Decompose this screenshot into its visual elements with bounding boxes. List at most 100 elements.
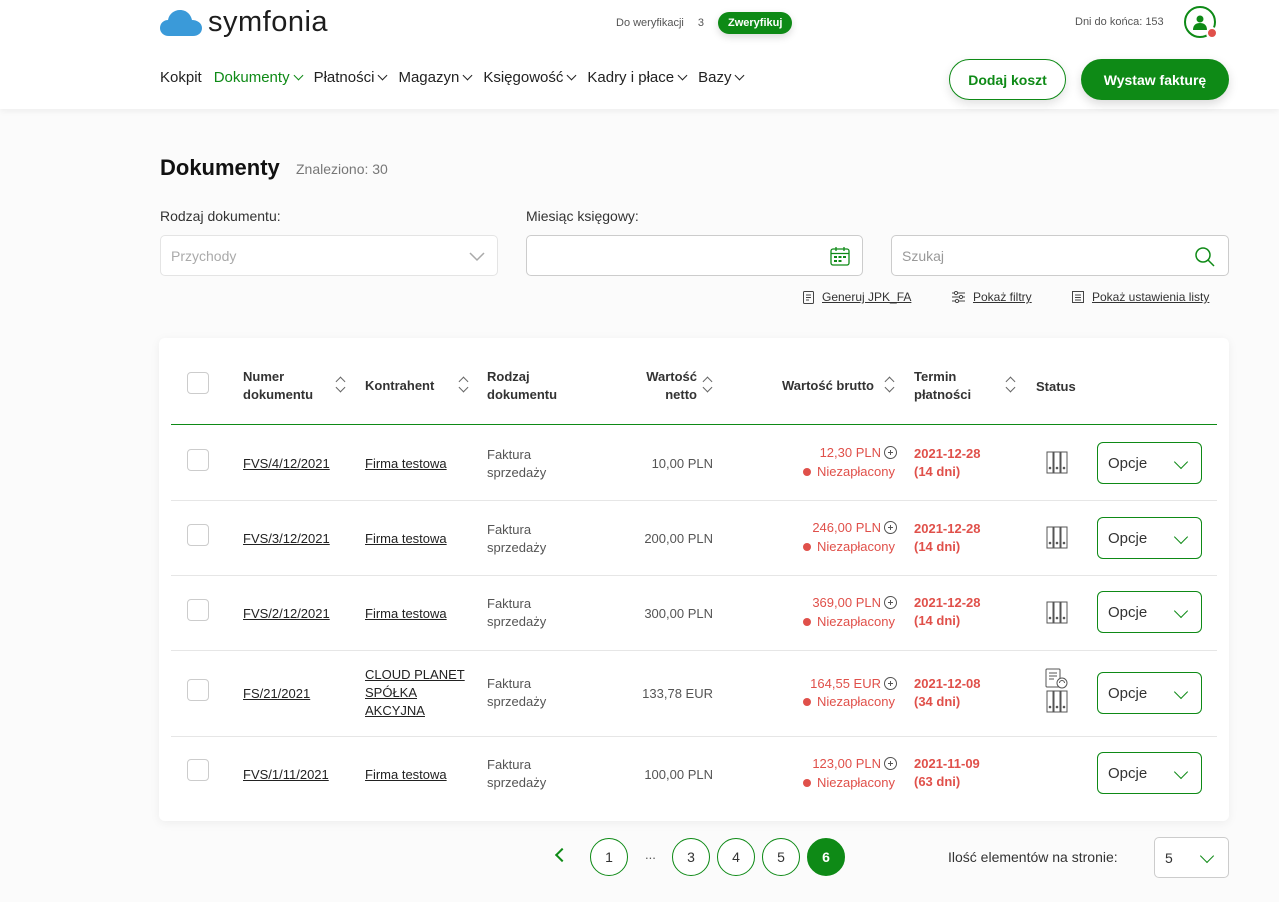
options-dropdown[interactable]: Opcje bbox=[1097, 672, 1202, 714]
contractor-link[interactable]: Firma testowa bbox=[365, 455, 447, 473]
document-number-link[interactable]: FVS/1/11/2021 bbox=[243, 766, 329, 784]
document-number-link[interactable]: FVS/3/12/2021 bbox=[243, 530, 330, 548]
doc-type-line: Faktura bbox=[487, 522, 532, 537]
due-date: 2021-11-09 (63 dni) bbox=[914, 755, 980, 791]
nav-magazyn[interactable]: Magazyn bbox=[398, 69, 473, 86]
add-cost-button[interactable]: Dodaj koszt bbox=[949, 59, 1066, 100]
doc-type-line: Faktura bbox=[487, 596, 532, 611]
options-dropdown[interactable]: Opcje bbox=[1097, 517, 1202, 559]
logo[interactable]: symfonia bbox=[160, 6, 328, 39]
add-payment-icon[interactable] bbox=[884, 596, 897, 609]
document-number-link[interactable]: FVS/2/12/2021 bbox=[243, 605, 330, 623]
payment-status-label: Niezapłacony bbox=[816, 775, 895, 790]
header-contractor[interactable]: Kontrahent bbox=[365, 377, 434, 395]
row-checkbox[interactable] bbox=[187, 524, 209, 546]
verify-button[interactable]: Zweryfikuj bbox=[717, 12, 793, 34]
nav-kadry[interactable]: Kadry i płace bbox=[587, 69, 688, 86]
unpaid-dot-icon bbox=[802, 543, 811, 551]
header-number[interactable]: Numer dokumentu bbox=[243, 368, 313, 404]
options-dropdown[interactable]: Opcje bbox=[1097, 752, 1202, 794]
options-dropdown[interactable]: Opcje bbox=[1097, 442, 1202, 484]
issue-invoice-button[interactable]: Wystaw fakturę bbox=[1081, 59, 1229, 100]
row-checkbox[interactable] bbox=[187, 679, 209, 701]
row-checkbox[interactable] bbox=[187, 599, 209, 621]
header-net[interactable]: Wartość netto bbox=[639, 368, 697, 404]
results-count: Znaleziono: 30 bbox=[296, 161, 388, 177]
user-avatar[interactable] bbox=[1184, 6, 1218, 39]
gross-value: 164,55 EUR bbox=[779, 675, 897, 693]
sort-icon[interactable] bbox=[336, 376, 346, 394]
select-all-checkbox[interactable] bbox=[187, 372, 209, 394]
due-date-value: 2021-12-28 bbox=[914, 446, 981, 461]
per-page-select[interactable]: 5 bbox=[1154, 837, 1229, 878]
prev-page-icon[interactable] bbox=[554, 847, 570, 863]
doc-type-line: sprzedaży bbox=[487, 694, 547, 709]
page-button-current[interactable]: 6 bbox=[807, 838, 845, 876]
nav-label: Płatności bbox=[313, 69, 375, 86]
binders-icon bbox=[1046, 526, 1068, 549]
page-button[interactable]: 5 bbox=[762, 838, 800, 876]
search-input[interactable]: Szukaj bbox=[891, 235, 1229, 276]
contractor-link[interactable]: CLOUD PLANET SPÓŁKA AKCYJNA bbox=[365, 666, 465, 720]
net-value: 133,78 EUR bbox=[642, 686, 713, 701]
nav-dokumenty[interactable]: Dokumenty bbox=[214, 69, 304, 86]
contractor-link[interactable]: Firma testowa bbox=[365, 530, 447, 548]
document-number-link[interactable]: FVS/4/12/2021 bbox=[243, 455, 330, 473]
add-payment-icon[interactable] bbox=[884, 677, 897, 690]
page-button[interactable]: 1 bbox=[590, 838, 628, 876]
options-dropdown[interactable]: Opcje bbox=[1097, 591, 1202, 633]
add-payment-icon[interactable] bbox=[884, 446, 897, 459]
header-due[interactable]: Termin płatności bbox=[914, 368, 971, 404]
gross-amount: 246,00 PLN bbox=[812, 520, 881, 535]
row-checkbox[interactable] bbox=[187, 449, 209, 471]
contractor-link[interactable]: Firma testowa bbox=[365, 605, 447, 623]
doc-type: Faktura sprzedaży bbox=[487, 446, 546, 482]
header-line: dokumentu bbox=[243, 387, 314, 402]
gross-amount: 12,30 PLN bbox=[819, 445, 881, 460]
sort-icon[interactable] bbox=[885, 376, 895, 394]
payment-status-label: Niezapłacony bbox=[816, 464, 895, 479]
list-settings-link[interactable]: Pokaż ustawienia listy bbox=[1072, 290, 1209, 304]
doc-type-line: sprzedaży bbox=[487, 540, 547, 555]
unpaid-dot-icon bbox=[802, 698, 811, 706]
sort-icon[interactable] bbox=[703, 376, 713, 394]
show-filters-label: Pokaż filtry bbox=[973, 290, 1032, 304]
sort-icon[interactable] bbox=[1006, 376, 1016, 394]
gross-value: 369,00 PLN bbox=[779, 594, 897, 612]
nav-ksiegowosc[interactable]: Księgowość bbox=[483, 69, 577, 86]
nav-kokpit[interactable]: Kokpit bbox=[160, 69, 202, 86]
row-checkbox[interactable] bbox=[187, 759, 209, 781]
header-line: netto bbox=[665, 387, 697, 402]
search-icon[interactable] bbox=[1194, 246, 1216, 268]
show-filters-link[interactable]: Pokaż filtry bbox=[952, 290, 1032, 304]
month-input[interactable] bbox=[526, 235, 863, 276]
chevron-down-icon bbox=[1173, 529, 1189, 545]
due-days-value: (63 dni) bbox=[914, 774, 961, 789]
chevron-down-icon bbox=[1173, 684, 1189, 700]
nav-bazy[interactable]: Bazy bbox=[698, 69, 745, 86]
sort-icon[interactable] bbox=[459, 376, 469, 394]
options-label: Opcje bbox=[1108, 764, 1148, 782]
calendar-icon[interactable] bbox=[830, 246, 850, 266]
contractor-link[interactable]: Firma testowa bbox=[365, 766, 447, 784]
documents-table: Numer dokumentu Kontrahent Rodzaj dokume… bbox=[159, 338, 1229, 821]
page-button[interactable]: 3 bbox=[672, 838, 710, 876]
add-payment-icon[interactable] bbox=[884, 757, 897, 770]
doc-type-select[interactable]: Przychody bbox=[160, 235, 498, 276]
document-icon bbox=[803, 290, 814, 304]
doc-type-value: Przychody bbox=[171, 247, 237, 264]
document-number-link[interactable]: FS/21/2021 bbox=[243, 685, 310, 703]
doc-type-line: Faktura bbox=[487, 757, 532, 772]
cloud-logo-icon bbox=[160, 9, 202, 36]
add-payment-icon[interactable] bbox=[884, 521, 897, 534]
doc-type-line: Faktura bbox=[487, 676, 532, 691]
header-gross[interactable]: Wartość brutto bbox=[782, 377, 874, 395]
due-days-value: (14 dni) bbox=[914, 464, 961, 479]
page-button[interactable]: 4 bbox=[717, 838, 755, 876]
net-value: 10,00 PLN bbox=[651, 456, 713, 471]
unpaid-dot-icon bbox=[802, 618, 811, 626]
chevron-down-icon bbox=[1173, 764, 1189, 780]
nav-platnosci[interactable]: Płatności bbox=[313, 69, 388, 86]
generate-jpk-link[interactable]: Generuj JPK_FA bbox=[803, 290, 911, 304]
doc-type-line: Faktura bbox=[487, 447, 532, 462]
